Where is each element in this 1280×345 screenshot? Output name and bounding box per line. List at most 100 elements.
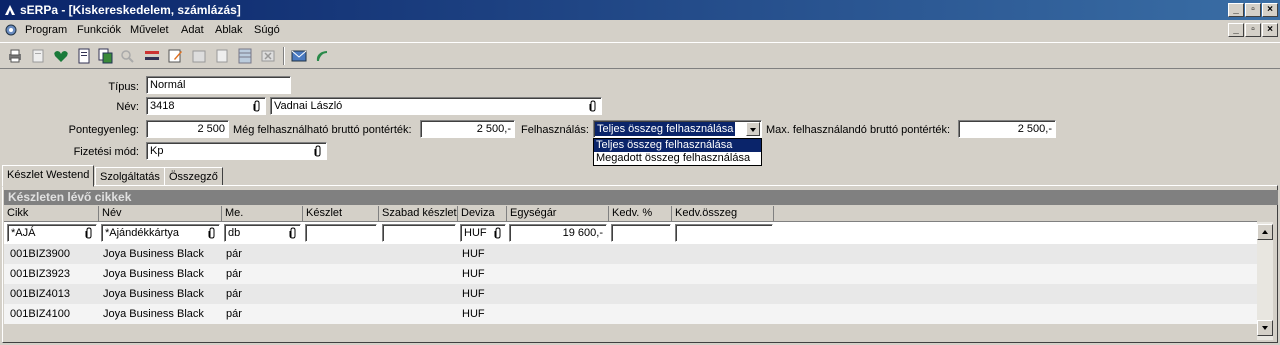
- dropdown-option-teljes[interactable]: Teljes összeg felhasználása: [594, 139, 761, 152]
- search-icon[interactable]: [118, 47, 136, 65]
- title-bar: sERPa - [Kiskereskedelem, számlázás] _ ▫…: [0, 0, 1280, 20]
- nev-label: Név:: [116, 101, 139, 113]
- paperclip-icon[interactable]: [288, 227, 297, 239]
- filter-kedv-pct[interactable]: [611, 224, 671, 242]
- delete-icon[interactable]: [259, 47, 277, 65]
- filter-keszlet[interactable]: [305, 224, 377, 242]
- column-header-cikk[interactable]: Cikk: [4, 206, 99, 222]
- toolbar: [0, 42, 1280, 69]
- close-button[interactable]: ×: [1262, 3, 1278, 17]
- cell-nev: Joya Business Black: [103, 288, 204, 300]
- document-window-icon[interactable]: [4, 23, 18, 37]
- table-row[interactable]: 001BIZ4013 Joya Business Black pár HUF: [4, 284, 1257, 304]
- cell-cikk: 001BIZ4100: [10, 308, 70, 320]
- filter-deviza[interactable]: HUF: [460, 224, 506, 242]
- column-header-kedv-osszeg[interactable]: Kedv.összeg: [672, 206, 774, 222]
- paperclip-icon[interactable]: [313, 145, 322, 157]
- table-row[interactable]: 001BIZ4100 Joya Business Black pár HUF: [4, 304, 1257, 324]
- meg-felhasznalhato-label: Még felhasználható bruttó pontérték:: [233, 124, 412, 136]
- table-row[interactable]: 001BIZ3923 Joya Business Black pár HUF: [4, 264, 1257, 284]
- column-header-keszlet[interactable]: Készlet: [303, 206, 379, 222]
- filter-nev-value: *Ajándékkártya: [105, 227, 179, 239]
- scroll-up-button[interactable]: [1257, 224, 1273, 240]
- menu-program[interactable]: Program: [25, 24, 67, 36]
- filter-me[interactable]: db: [224, 224, 301, 242]
- document-icon[interactable]: [75, 47, 93, 65]
- column-header-szabad-keszlet[interactable]: Szabad készlet: [379, 206, 458, 222]
- copy-doc-icon[interactable]: [96, 47, 114, 65]
- table-row[interactable]: 001BIZ3900 Joya Business Black pár HUF: [4, 244, 1257, 264]
- mdi-minimize-button[interactable]: _: [1228, 23, 1244, 37]
- menu-adat[interactable]: Adat: [181, 24, 204, 36]
- paperclip-icon[interactable]: [588, 100, 597, 112]
- nev-code-field[interactable]: 3418: [146, 97, 266, 115]
- cell-cikk: 001BIZ4013: [10, 288, 70, 300]
- transfer-icon[interactable]: [143, 47, 161, 65]
- fizetesi-mod-field[interactable]: Kp: [146, 142, 327, 160]
- max-felhasznalando-field[interactable]: 2 500,-: [958, 120, 1056, 138]
- edit-icon[interactable]: [166, 47, 184, 65]
- combo-dropdown-arrow[interactable]: [746, 122, 760, 136]
- phone-icon[interactable]: [313, 47, 331, 65]
- mdi-restore-button[interactable]: ▫: [1245, 23, 1261, 37]
- cell-nev: Joya Business Black: [103, 308, 204, 320]
- print-preview-icon[interactable]: [29, 47, 47, 65]
- menu-sugo[interactable]: Súgó: [254, 24, 280, 36]
- nev-name-field[interactable]: Vadnai László: [270, 97, 602, 115]
- filter-kedv-osszeg[interactable]: [675, 224, 773, 242]
- tab-szolgaltatas[interactable]: Szolgáltatás: [95, 167, 165, 186]
- tipus-field[interactable]: Normál: [146, 76, 291, 94]
- cell-me: pár: [226, 308, 242, 320]
- tipus-label: Típus:: [108, 81, 139, 93]
- max-felhasznalando-label: Max. felhasználandó bruttó pontérték:: [766, 124, 951, 136]
- filter-cikk[interactable]: *AJÁ: [7, 224, 97, 242]
- column-header-nev[interactable]: Név: [99, 206, 222, 222]
- heart-check-icon[interactable]: [52, 47, 70, 65]
- toolbar-separator: [283, 47, 285, 65]
- nev-name-value: Vadnai László: [274, 100, 343, 112]
- filter-nev[interactable]: *Ajándékkártya: [101, 224, 220, 242]
- dropdown-option-megadott[interactable]: Megadott összeg felhasználása: [594, 152, 761, 165]
- print-icon[interactable]: [6, 47, 24, 65]
- cell-me: pár: [226, 268, 242, 280]
- scroll-down-button[interactable]: [1257, 320, 1273, 336]
- paperclip-icon[interactable]: [493, 227, 502, 239]
- menu-muvelet[interactable]: Művelet: [130, 24, 169, 36]
- mdi-close-button[interactable]: ×: [1262, 23, 1278, 37]
- column-header-kedv-pct[interactable]: Kedv. %: [609, 206, 672, 222]
- paperclip-icon[interactable]: [84, 227, 93, 239]
- table-icon[interactable]: [236, 47, 254, 65]
- window-title: sERPa - [Kiskereskedelem, számlázás]: [20, 3, 241, 17]
- import-icon[interactable]: [213, 47, 231, 65]
- fizetesi-mod-label: Fizetési mód:: [73, 146, 139, 158]
- filter-cikk-value: *AJÁ: [11, 227, 36, 239]
- tab-keszlet-westend[interactable]: Készlet Westend: [2, 165, 95, 187]
- paperclip-icon[interactable]: [207, 227, 216, 239]
- paperclip-icon[interactable]: [252, 100, 261, 112]
- column-header-me[interactable]: Me.: [222, 206, 303, 222]
- cell-me: pár: [226, 288, 242, 300]
- restore-button[interactable]: ▫: [1245, 3, 1261, 17]
- calculator-icon[interactable]: [190, 47, 208, 65]
- felhasznalas-combo[interactable]: Teljes összeg felhasználása: [593, 120, 762, 138]
- minimize-button[interactable]: _: [1228, 3, 1244, 17]
- filter-szabad-keszlet[interactable]: [382, 224, 456, 242]
- cell-nev: Joya Business Black: [103, 248, 204, 260]
- meg-felhasznalhato-field[interactable]: 2 500,-: [420, 120, 515, 138]
- menu-funkciok[interactable]: Funkciók: [77, 24, 121, 36]
- cell-cikk: 001BIZ3923: [10, 268, 70, 280]
- felhasznalas-label: Felhasználás:: [521, 124, 589, 136]
- filter-me-value: db: [228, 227, 241, 239]
- column-header-deviza[interactable]: Deviza: [458, 206, 507, 222]
- mail-icon[interactable]: [290, 47, 308, 65]
- cell-deviza: HUF: [462, 308, 485, 320]
- cell-nev: Joya Business Black: [103, 268, 204, 280]
- filter-egysegar[interactable]: 19 600,-: [509, 224, 607, 242]
- column-header-egysegar[interactable]: Egységár: [507, 206, 609, 222]
- grid-title: Készleten lévő cikkek: [4, 190, 1278, 205]
- menu-ablak[interactable]: Ablak: [215, 24, 243, 36]
- pontegyenleg-field[interactable]: 2 500: [146, 120, 229, 138]
- felhasznalas-dropdown-list: Teljes összeg felhasználása Megadott öss…: [593, 138, 762, 166]
- tab-osszegzo[interactable]: Összegző: [164, 167, 223, 186]
- vertical-scrollbar[interactable]: [1257, 222, 1273, 340]
